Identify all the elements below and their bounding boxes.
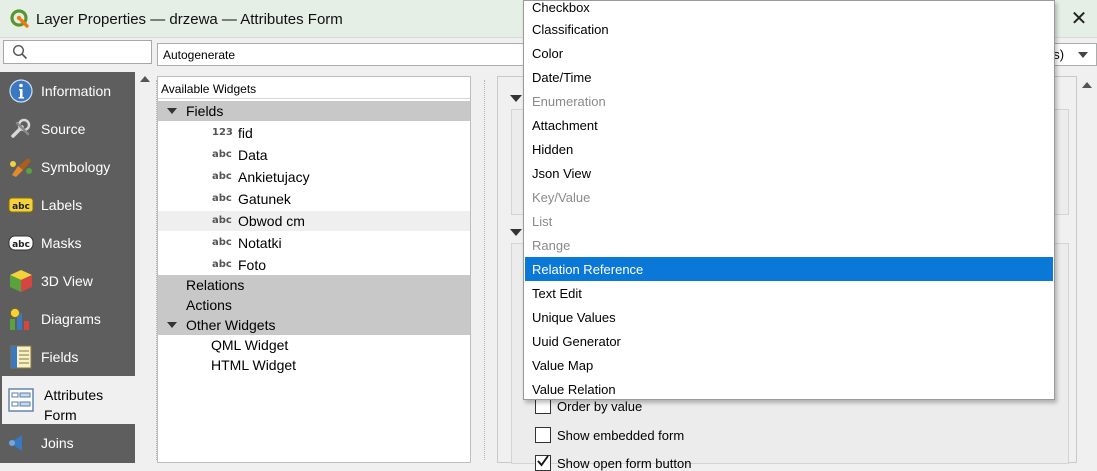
labels-abc-icon: abc: [8, 197, 34, 213]
dropdown-option-disabled: Key/Value: [532, 190, 591, 205]
splitter-handle[interactable]: [484, 80, 485, 460]
expand-arrow-icon[interactable]: [167, 108, 177, 114]
dropdown-option-selected[interactable]: Relation Reference: [525, 257, 1053, 281]
available-widgets-tree: Available Widgets Fields 123 fid abc Dat…: [157, 76, 471, 463]
checkmark-icon: [537, 455, 549, 467]
search-input[interactable]: [3, 40, 152, 64]
masks-abc-icon: abc: [8, 235, 34, 251]
scroll-up-icon[interactable]: [1082, 82, 1092, 88]
string-type-icon: abc: [212, 237, 232, 248]
close-icon[interactable]: ✕: [1068, 8, 1090, 30]
integer-type-icon: 123: [212, 127, 233, 138]
chevron-down-icon: [1078, 52, 1088, 58]
sidebar-item-label: Diagrams: [41, 311, 101, 327]
tree-field-item[interactable]: abc Ankietujacy: [158, 167, 470, 187]
sidebar-item-label: Source: [41, 121, 86, 137]
show-open-form-button-checkbox[interactable]: [535, 455, 551, 471]
sidebar-item-label: 3D View: [41, 273, 93, 289]
sidebar-item-symbology[interactable]: Symbology: [2, 148, 135, 186]
tree-widget-item[interactable]: QML Widget: [158, 335, 470, 355]
expand-arrow-icon[interactable]: [167, 322, 177, 328]
right-pane-scrollbar[interactable]: [1077, 76, 1097, 463]
window-title: Layer Properties — drzewa — Attributes F…: [36, 11, 343, 28]
sidebar-item-label: Joins: [41, 435, 74, 451]
sidebar-item-diagrams[interactable]: Diagrams: [2, 300, 135, 338]
dropdown-option[interactable]: Value Relation: [525, 377, 1053, 401]
tree-node-fields[interactable]: Fields: [158, 101, 470, 121]
tree-header: Available Widgets: [158, 77, 470, 99]
tree-field-item[interactable]: abc Data: [158, 145, 470, 165]
info-icon: [9, 79, 33, 103]
diagram-icon: [10, 308, 29, 330]
dropdown-option[interactable]: Date/Time: [525, 65, 1053, 89]
svg-text:abc: abc: [12, 240, 30, 250]
sidebar-item-label: Attributes Form: [44, 387, 104, 423]
sidebar-item-labels[interactable]: abc Labels: [2, 186, 135, 224]
search-icon: [12, 44, 28, 60]
string-type-icon: abc: [212, 149, 232, 160]
cube-icon: [10, 270, 32, 292]
show-embedded-form-label: Show embedded form: [557, 428, 685, 443]
dropdown-option-disabled: Range: [532, 238, 571, 253]
dropdown-option[interactable]: Unique Values: [525, 305, 1053, 329]
dropdown-option-disabled: Enumeration: [532, 94, 606, 109]
dropdown-option[interactable]: Json View: [525, 161, 1053, 185]
tree-field-item[interactable]: abc Notatki: [158, 233, 470, 253]
string-type-icon: abc: [212, 171, 232, 182]
dropdown-option[interactable]: Value Map: [525, 353, 1053, 377]
order-by-value-label: Order by value: [557, 399, 643, 414]
scroll-up-icon[interactable]: [140, 76, 150, 82]
tree-node-other-widgets[interactable]: Other Widgets: [158, 315, 470, 335]
tree-field-item[interactable]: abc Gatunek: [158, 189, 470, 209]
sidebar-item-3d-view[interactable]: 3D View: [2, 262, 135, 300]
dropdown-option[interactable]: Uuid Generator: [525, 329, 1053, 353]
joins-icon: [9, 435, 22, 451]
dropdown-option[interactable]: Hidden: [525, 137, 1053, 161]
qgis-logo-icon: [10, 9, 29, 28]
sidebar-item-label: Symbology: [41, 159, 111, 175]
tree-node-relations[interactable]: Relations: [158, 275, 470, 295]
show-open-form-button-label: Show open form button: [557, 456, 692, 471]
sidebar: Information Source Symbology abc Labels …: [0, 72, 135, 463]
sidebar-item-joins[interactable]: Joins: [2, 424, 135, 462]
sidebar-item-label: Labels: [41, 197, 83, 213]
tree-node-actions[interactable]: Actions: [158, 295, 470, 315]
string-type-icon: abc: [212, 259, 232, 270]
svg-text:abc: abc: [12, 202, 30, 212]
dropdown-option[interactable]: Classification: [525, 17, 1053, 41]
fields-icon: [10, 345, 32, 369]
layout-combo-value: Autogenerate: [163, 48, 236, 62]
string-type-icon: abc: [212, 193, 232, 204]
dropdown-option[interactable]: Attachment: [525, 113, 1053, 137]
sidebar-item-masks[interactable]: abc Masks: [2, 224, 135, 262]
sidebar-item-label: Information: [41, 83, 112, 99]
dropdown-option[interactable]: Text Edit: [525, 281, 1053, 305]
tree-field-item[interactable]: abc Foto: [158, 255, 470, 275]
string-type-icon: abc: [212, 215, 232, 226]
sidebar-item-source[interactable]: Source: [2, 110, 135, 148]
tree-widget-item[interactable]: HTML Widget: [158, 355, 470, 375]
paintbrush-icon: [10, 158, 32, 177]
sidebar-item-label: Fields: [41, 349, 79, 365]
collapse-arrow-icon[interactable]: [510, 95, 522, 102]
widget-type-dropdown-list[interactable]: Checkbox Classification Color Date/Time …: [523, 0, 1055, 400]
show-embedded-form-checkbox[interactable]: [535, 427, 551, 443]
dropdown-option-disabled: List: [532, 214, 553, 229]
tree-field-item[interactable]: abc Obwod cm: [158, 211, 470, 231]
wrench-icon: [11, 118, 31, 138]
sidebar-item-attributes-form[interactable]: Attributes Form: [2, 376, 135, 424]
sidebar-item-fields[interactable]: Fields: [2, 338, 135, 376]
tree-field-item[interactable]: 123 fid: [158, 123, 470, 143]
sidebar-item-information[interactable]: Information: [2, 72, 135, 110]
form-icon: [8, 388, 34, 412]
sidebar-item-label: Masks: [41, 235, 82, 251]
dropdown-option[interactable]: Color: [525, 41, 1053, 65]
collapse-arrow-icon[interactable]: [510, 229, 522, 236]
sidebar-scrollbar[interactable]: [135, 72, 153, 463]
